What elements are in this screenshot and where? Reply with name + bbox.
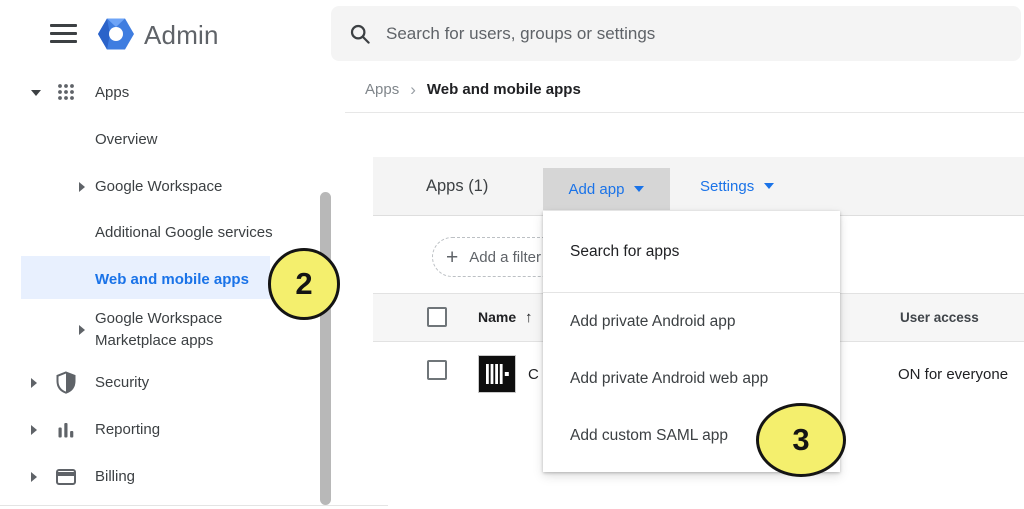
add-filter-label: Add a filter [469,249,541,266]
sidebar-item-web-and-mobile-apps[interactable]: Web and mobile apps [95,269,249,291]
sidebar-item-overview[interactable]: Overview [95,129,158,151]
sidebar-item-additional-google-services[interactable]: Additional Google services [95,222,273,244]
search-icon [350,24,370,44]
annotation-step-2: 2 [268,248,340,320]
breadcrumb: Apps › Web and mobile apps [365,78,581,100]
sidebar-item-marketplace-apps[interactable]: Google Workspace Marketplace apps [95,308,285,352]
plus-icon: + [446,247,458,268]
user-access-value: ON for everyone [898,366,1008,383]
sort-ascending-icon: ↑ [525,294,533,340]
menu-item-search-for-apps[interactable]: Search for apps [543,211,840,292]
sidebar-item-billing[interactable]: Billing [95,466,135,488]
sidebar-item-security[interactable]: Security [95,372,149,394]
credit-card-icon [56,469,76,485]
app-title: Admin [144,20,219,51]
sidebar-bottom-divider [0,505,388,506]
chevron-down-icon[interactable] [31,90,41,96]
chevron-right-icon[interactable] [79,325,85,335]
add-app-button[interactable]: Add app [543,168,670,210]
sidebar-scrollbar[interactable] [320,192,331,505]
sidebar-item-reporting[interactable]: Reporting [95,419,160,441]
search-input[interactable] [384,23,988,45]
chevron-right-icon[interactable] [31,425,37,435]
annotation-step-3: 3 [756,403,846,477]
row-checkbox[interactable] [427,360,447,380]
chevron-right-icon[interactable] [31,472,37,482]
shield-icon [56,371,76,394]
sidebar-item-google-workspace[interactable]: Google Workspace [95,176,222,198]
chevron-right-icon[interactable] [31,378,37,388]
search-bar[interactable] [331,6,1021,61]
chevron-right-icon[interactable] [79,182,85,192]
bar-chart-icon [57,421,75,438]
breadcrumb-current: Web and mobile apps [427,81,581,98]
select-all-checkbox[interactable] [427,307,447,327]
add-app-button-label: Add app [569,181,625,198]
menu-item-add-private-android-app[interactable]: Add private Android app [543,293,840,350]
apps-grid-icon [57,83,75,101]
menu-item-add-private-android-web-app[interactable]: Add private Android web app [543,350,840,407]
chevron-down-icon [634,186,644,192]
header-divider [345,112,1024,113]
settings-button[interactable]: Settings [700,157,774,215]
apps-toolbar: Apps (1) Add app Settings [373,157,1024,216]
chevron-down-icon [764,183,774,189]
hamburger-menu-icon[interactable] [50,24,77,43]
app-name: C [528,366,539,383]
apps-count-label: Apps (1) [426,157,488,215]
breadcrumb-separator-icon: › [410,81,416,98]
sidebar-item-apps[interactable]: Apps [95,82,129,104]
name-column-header[interactable]: Name [478,294,516,340]
app-logo-icon [478,355,516,393]
admin-logo[interactable] [97,15,135,58]
admin-hexagon-icon [97,15,135,53]
user-access-column-header: User access [900,294,979,340]
settings-button-label: Settings [700,178,754,195]
breadcrumb-apps-link[interactable]: Apps [365,81,399,98]
